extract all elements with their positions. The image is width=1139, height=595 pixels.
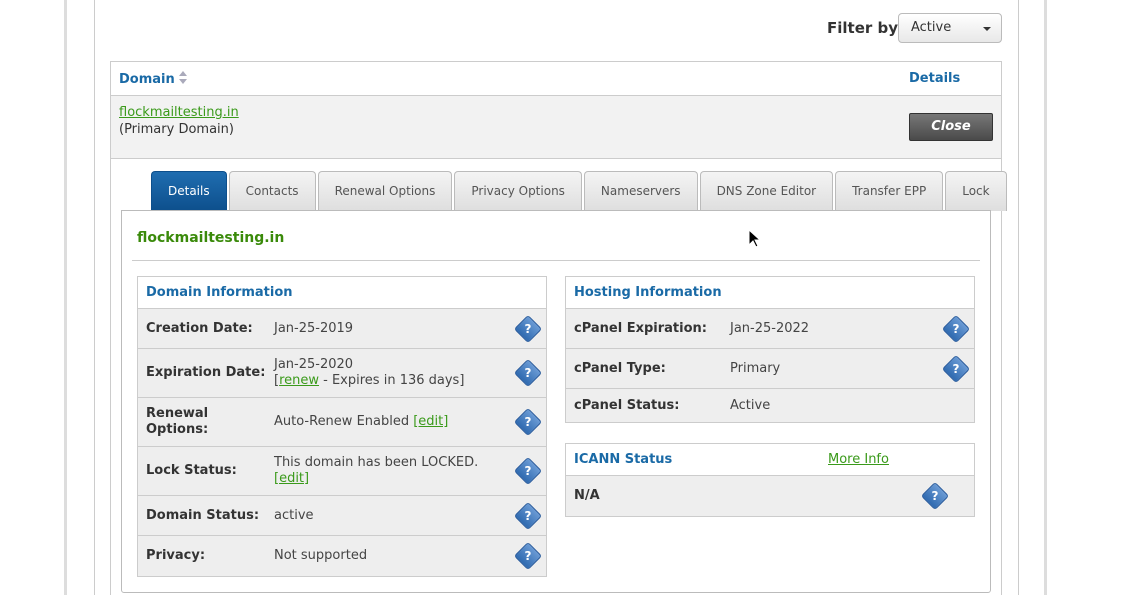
domain-status-row: Domain Status: active ?: [138, 496, 546, 536]
tab-contacts[interactable]: Contacts: [228, 171, 316, 211]
renewal-options-label: Renewal Options:: [146, 406, 209, 437]
primary-domain-label: (Primary Domain): [119, 122, 234, 137]
renewal-options-row: Renewal Options: Auto-Renew Enabled [edit…: [138, 398, 546, 447]
domain-information-box: Domain Information Creation Date: Jan-25…: [137, 276, 547, 577]
domain-information-title: Domain Information: [138, 277, 546, 309]
privacy-value: Not supported: [274, 548, 368, 563]
help-icon[interactable]: ?: [941, 354, 971, 384]
panel-title: flockmailtesting.in: [137, 230, 285, 246]
hosting-information-box: Hosting Information cPanel Expiration: J…: [565, 276, 975, 423]
domain-status-label: Domain Status:: [146, 508, 260, 523]
icann-status-title: ICANN Status More Info: [566, 444, 974, 476]
icann-status-value: N/A: [574, 488, 600, 503]
help-icon[interactable]: ?: [513, 541, 543, 571]
tab-details[interactable]: Details: [151, 171, 227, 211]
cpanel-status-label: cPanel Status:: [574, 398, 680, 413]
expiration-note: [renew - Expires in 136 days]: [274, 373, 465, 388]
details-panel: flockmailtesting.in Domain Information C…: [121, 210, 991, 593]
help-icon[interactable]: ?: [513, 501, 543, 531]
tab-lock[interactable]: Lock: [945, 171, 1007, 211]
hosting-information-title: Hosting Information: [566, 277, 974, 309]
icann-status-row: N/A ?: [566, 476, 974, 516]
expiration-date-value: Jan-25-2020: [274, 357, 354, 372]
help-icon[interactable]: ?: [513, 407, 543, 437]
tab-nameservers[interactable]: Nameservers: [583, 171, 698, 211]
help-icon[interactable]: ?: [513, 314, 543, 344]
help-icon[interactable]: ?: [920, 481, 950, 511]
close-button[interactable]: Close: [909, 113, 993, 141]
tab-dns-zone-editor[interactable]: DNS Zone Editor: [699, 171, 834, 211]
help-icon[interactable]: ?: [941, 314, 971, 344]
cpanel-expiration-value: Jan-25-2022: [730, 321, 810, 336]
domain-status-value: active: [274, 508, 314, 523]
privacy-row: Privacy: Not supported ?: [138, 536, 546, 576]
table-header: Domain Details: [111, 62, 1001, 96]
cpanel-type-row: cPanel Type: Primary ?: [566, 349, 974, 389]
domain-column-header[interactable]: Domain: [119, 71, 188, 87]
details-column-header: Details: [909, 71, 961, 86]
cpanel-status-row: cPanel Status: Active: [566, 389, 974, 422]
renew-link[interactable]: renew: [279, 373, 319, 388]
privacy-label: Privacy:: [146, 548, 206, 563]
creation-date-row: Creation Date: Jan-25-2019 ?: [138, 309, 546, 349]
creation-date-label: Creation Date:: [146, 321, 253, 336]
cpanel-status-value: Active: [730, 398, 771, 413]
domain-link[interactable]: flockmailtesting.in: [119, 105, 239, 120]
tab-transfer-epp[interactable]: Transfer EPP: [835, 171, 944, 211]
help-icon[interactable]: ?: [513, 456, 543, 486]
lock-status-label: Lock Status:: [146, 463, 237, 478]
caret-down-icon: [983, 27, 991, 31]
help-icon[interactable]: ?: [513, 358, 543, 388]
sort-icon[interactable]: [178, 71, 188, 85]
more-info-link[interactable]: More Info: [828, 444, 889, 476]
expiration-date-row: Expiration Date: Jan-25-2020 [renew - Ex…: [138, 349, 546, 398]
tab-renewal-options[interactable]: Renewal Options: [317, 171, 453, 211]
table-row: flockmailtesting.in (Primary Domain) Clo…: [111, 96, 1001, 159]
cpanel-expiration-label: cPanel Expiration:: [574, 321, 707, 336]
creation-date-value: Jan-25-2019: [274, 321, 354, 336]
filter-select[interactable]: Active: [898, 13, 1002, 43]
mouse-cursor-icon: [748, 228, 762, 248]
lock-status-row: Lock Status: This domain has been LOCKED…: [138, 447, 546, 496]
icann-status-box: ICANN Status More Info N/A ?: [565, 443, 975, 517]
cpanel-expiration-row: cPanel Expiration: Jan-25-2022 ?: [566, 309, 974, 349]
details-tabs: Details Contacts Renewal Options Privacy…: [151, 171, 1009, 211]
renewal-options-value: Auto-Renew Enabled [edit]: [274, 414, 449, 429]
expiration-date-label: Expiration Date:: [146, 365, 266, 380]
divider: [132, 260, 980, 261]
tab-privacy-options[interactable]: Privacy Options: [454, 171, 582, 211]
lock-status-value: This domain has been LOCKED.: [274, 455, 479, 470]
filter-label: Filter by:: [827, 19, 905, 37]
cpanel-type-value: Primary: [730, 361, 781, 376]
filter-selected-value: Active: [911, 20, 952, 35]
cpanel-type-label: cPanel Type:: [574, 361, 666, 376]
renewal-edit-link[interactable]: [edit]: [413, 414, 448, 429]
lock-edit-link[interactable]: [edit]: [274, 471, 309, 487]
